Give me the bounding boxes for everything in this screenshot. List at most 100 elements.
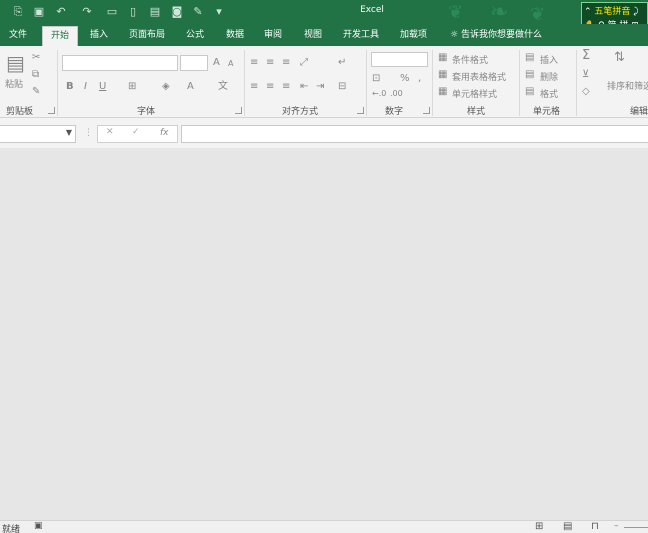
align-top-icon[interactable]: ≡ xyxy=(250,57,258,69)
customize-qa-icon[interactable]: ▾ xyxy=(212,5,226,19)
percent-button[interactable]: % xyxy=(400,73,410,85)
bold-button[interactable]: B xyxy=(66,81,74,93)
leaf-decoration: ❦ xyxy=(530,4,546,24)
enter-icon[interactable]: ✓ xyxy=(132,127,140,137)
autosave-icon[interactable]: ⎘ xyxy=(11,5,25,19)
save-icon[interactable]: ▣ xyxy=(32,5,46,19)
accounting-format-icon[interactable]: ⊡ xyxy=(372,73,380,85)
conditional-format-icon: ▦ xyxy=(438,52,448,63)
format-painter-icon[interactable]: ✎ xyxy=(32,86,40,98)
number-group-label: 数字 xyxy=(385,107,404,117)
borders-icon[interactable]: ⊞ xyxy=(128,81,136,93)
leaf-decoration: ❧ xyxy=(490,0,509,24)
phonetic-icon[interactable]: 文 xyxy=(218,81,228,93)
orientation-icon[interactable]: ⤢ xyxy=(300,57,308,69)
cells-group-label: 单元格 xyxy=(533,107,561,117)
decrease-decimal-icon[interactable]: .00 xyxy=(390,88,403,100)
redo-icon[interactable]: ↷ xyxy=(80,5,94,19)
window-title: Excel xyxy=(360,5,384,15)
paste-label[interactable]: 粘贴 xyxy=(5,77,23,90)
tell-me-text: 告诉我你想要做什么 xyxy=(460,30,542,40)
tab-developer[interactable]: 开发工具 xyxy=(343,28,379,46)
tab-data[interactable]: 数据 xyxy=(226,28,244,46)
align-middle-icon[interactable]: ≡ xyxy=(266,57,274,69)
tab-file[interactable]: 文件 xyxy=(9,28,27,46)
font-name-input[interactable] xyxy=(62,55,178,71)
font-group-label: 字体 xyxy=(137,107,156,117)
insert-cells-icon: ▤ xyxy=(525,52,535,63)
editing-group-label: 编辑 xyxy=(630,107,648,117)
fill-icon[interactable]: ⊻ xyxy=(582,69,589,81)
comma-button[interactable]: , xyxy=(418,73,421,85)
align-bottom-icon[interactable]: ≡ xyxy=(282,57,290,69)
conditional-format-button[interactable]: 条件格式 xyxy=(452,53,488,66)
clear-icon[interactable]: ◇ xyxy=(582,86,590,98)
number-format-select[interactable] xyxy=(371,52,428,67)
clipboard-group-label: 剪贴板 xyxy=(6,107,34,117)
new-icon[interactable]: ▯ xyxy=(126,5,140,19)
font-color-button[interactable]: A xyxy=(187,81,194,93)
sort-filter-button[interactable]: 排序和筛选 xyxy=(607,79,648,92)
name-box-dropdown-icon[interactable]: ▼ xyxy=(66,128,72,137)
merge-center-icon[interactable]: ⊟ xyxy=(338,81,346,93)
page-layout-view-icon[interactable]: ▤ xyxy=(563,521,572,532)
delete-cells-button[interactable]: 删除 xyxy=(540,70,558,83)
cell-styles-button[interactable]: 单元格样式 xyxy=(452,87,497,100)
tab-view[interactable]: 视图 xyxy=(304,28,322,46)
formula-input[interactable] xyxy=(181,125,648,143)
increase-indent-icon[interactable]: ⇥ xyxy=(316,81,324,93)
underline-button[interactable]: U xyxy=(99,81,106,93)
zoom-out-icon[interactable]: – xyxy=(614,521,619,531)
wrap-text-icon[interactable]: ↵ xyxy=(338,57,346,69)
status-ready: 就绪 xyxy=(2,525,21,533)
cut-icon[interactable]: ✂ xyxy=(32,52,40,64)
insert-function-button[interactable]: fx xyxy=(160,128,169,138)
format-cells-button[interactable]: 格式 xyxy=(540,87,558,100)
camera-icon[interactable]: ◙ xyxy=(170,5,184,19)
autosum-icon[interactable]: Σ xyxy=(582,49,590,62)
page-break-view-icon[interactable]: ⊓ xyxy=(591,521,599,532)
fill-color-icon[interactable]: ◈ xyxy=(162,81,170,93)
alignment-launcher-icon[interactable] xyxy=(357,107,364,114)
macro-record-icon[interactable]: ▣ xyxy=(34,521,43,531)
font-launcher-icon[interactable] xyxy=(235,107,242,114)
formula-buttons: ✕ ✓ fx xyxy=(97,125,178,143)
tab-formulas[interactable]: 公式 xyxy=(186,28,204,46)
cancel-icon[interactable]: ✕ xyxy=(106,127,114,137)
ribbon-home: ▤ 粘贴 ✂ ⧉ ✎ 剪贴板 A A B I U ⊞ ◈ A 文 字体 ≡ ≡ … xyxy=(0,46,648,118)
tab-review[interactable]: 审阅 xyxy=(264,28,282,46)
number-launcher-icon[interactable] xyxy=(423,107,430,114)
status-bar: 就绪 ▣ ⊞ ▤ ⊓ – xyxy=(0,520,648,533)
grow-font-button[interactable]: A xyxy=(213,57,220,69)
tell-me-search[interactable]: ☼ 告诉我你想要做什么 xyxy=(450,28,542,46)
format-cells-icon: ▤ xyxy=(525,86,535,97)
decrease-indent-icon[interactable]: ⇤ xyxy=(300,81,308,93)
tab-addins[interactable]: 加载项 xyxy=(400,28,427,46)
copy-icon[interactable]: ⧉ xyxy=(32,69,39,81)
align-right-icon[interactable]: ≡ xyxy=(282,81,290,93)
splitter-handle[interactable]: ⋮ xyxy=(84,128,93,138)
print-preview-icon[interactable]: ▤ xyxy=(148,5,162,19)
tab-insert[interactable]: 插入 xyxy=(90,28,108,46)
insert-cells-button[interactable]: 插入 xyxy=(540,53,558,66)
shrink-font-button[interactable]: A xyxy=(228,58,233,70)
open-icon[interactable]: ▭ xyxy=(105,5,119,19)
format-table-icon: ▦ xyxy=(438,69,448,80)
normal-view-icon[interactable]: ⊞ xyxy=(535,521,543,532)
workbook-area xyxy=(0,148,648,520)
increase-decimal-icon[interactable]: ←.0 xyxy=(372,88,386,100)
align-center-icon[interactable]: ≡ xyxy=(266,81,274,93)
zoom-slider[interactable] xyxy=(624,527,648,528)
italic-button[interactable]: I xyxy=(84,81,87,93)
clipboard-launcher-icon[interactable] xyxy=(48,107,55,114)
paste-icon[interactable]: ▤ xyxy=(6,52,25,74)
font-size-input[interactable] xyxy=(180,55,208,71)
align-left-icon[interactable]: ≡ xyxy=(250,81,258,93)
format-as-table-button[interactable]: 套用表格格式 xyxy=(452,70,506,83)
sort-filter-icon[interactable]: ⇅ xyxy=(614,51,625,64)
undo-icon[interactable]: ↶ xyxy=(54,5,68,19)
tab-home[interactable]: 开始 xyxy=(42,26,79,46)
format-painter-qa-icon[interactable]: ✎ xyxy=(191,5,205,19)
tab-page-layout[interactable]: 页面布局 xyxy=(129,28,165,46)
name-box[interactable]: ▼ xyxy=(0,125,76,143)
